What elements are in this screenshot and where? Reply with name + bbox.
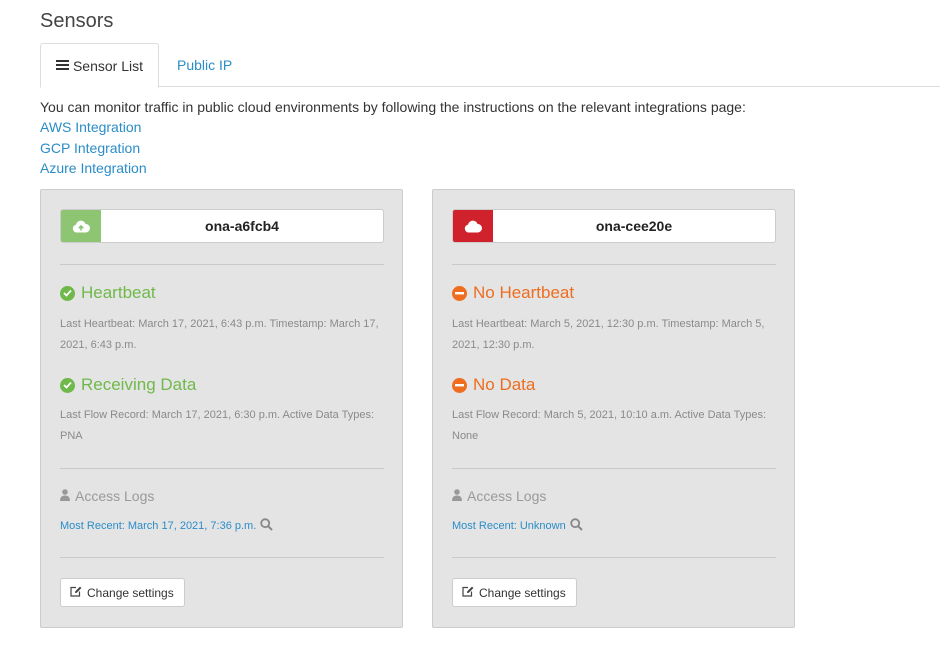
change-settings-button[interactable]: Change settings bbox=[60, 578, 185, 607]
aws-integration-link[interactable]: AWS Integration bbox=[40, 117, 147, 138]
sensor-name: ona-cee20e bbox=[595, 218, 673, 234]
divider bbox=[60, 557, 384, 558]
divider bbox=[60, 468, 384, 469]
divider bbox=[452, 468, 776, 469]
sensor-name-box: ona-a6fcb4 bbox=[60, 209, 384, 243]
data-status-label: No Data bbox=[473, 375, 536, 394]
data-detail: Last Flow Record: March 5, 2021, 10:10 a… bbox=[452, 409, 767, 442]
heartbeat-detail: Last Heartbeat: March 17, 2021, 6:43 p.m… bbox=[60, 318, 379, 351]
data-status: No Data bbox=[452, 375, 535, 395]
heartbeat-status: Heartbeat bbox=[60, 283, 156, 303]
minus-circle-icon bbox=[452, 377, 467, 393]
heartbeat-status-label: Heartbeat bbox=[81, 283, 156, 302]
user-icon bbox=[452, 488, 462, 504]
divider bbox=[452, 264, 776, 265]
list-icon bbox=[55, 60, 69, 71]
change-settings-label: Change settings bbox=[479, 585, 566, 600]
edit-icon bbox=[462, 586, 474, 600]
cloud-icon bbox=[453, 210, 493, 242]
tab-sensor-list[interactable]: Sensor List bbox=[40, 43, 159, 88]
heartbeat-status-label: No Heartbeat bbox=[473, 283, 575, 302]
tab-bar: Sensor List Public IP bbox=[40, 43, 940, 88]
sensor-card: ona-a6fcb4 Heartbeat Last Heartbeat: Mar… bbox=[40, 189, 403, 628]
integration-links: AWS Integration GCP Integration Azure In… bbox=[40, 117, 147, 179]
check-circle-icon bbox=[60, 377, 75, 393]
sensor-name: ona-a6fcb4 bbox=[205, 218, 279, 234]
sensor-name-box: ona-cee20e bbox=[452, 209, 776, 243]
edit-icon bbox=[70, 586, 82, 600]
change-settings-button[interactable]: Change settings bbox=[452, 578, 577, 607]
data-detail: Last Flow Record: March 17, 2021, 6:30 p… bbox=[60, 409, 375, 442]
most-recent-text: Most Recent: Unknown bbox=[452, 520, 566, 532]
access-logs-text: Access Logs bbox=[467, 488, 547, 504]
most-recent-link[interactable]: Most Recent: Unknown bbox=[452, 518, 583, 534]
data-status: Receiving Data bbox=[60, 375, 196, 395]
check-circle-icon bbox=[60, 285, 75, 301]
heartbeat-status: No Heartbeat bbox=[452, 283, 574, 303]
change-settings-label: Change settings bbox=[87, 585, 174, 600]
azure-integration-link[interactable]: Azure Integration bbox=[40, 158, 147, 179]
page-title: Sensors bbox=[40, 10, 114, 32]
heartbeat-detail: Last Heartbeat: March 5, 2021, 12:30 p.m… bbox=[452, 318, 765, 351]
cloud-upload-icon bbox=[61, 210, 101, 242]
most-recent-text: Most Recent: March 17, 2021, 7:36 p.m. bbox=[60, 520, 257, 532]
tab-public-ip[interactable]: Public IP bbox=[177, 43, 232, 87]
intro-text: You can monitor traffic in public cloud … bbox=[40, 99, 746, 115]
gcp-integration-link[interactable]: GCP Integration bbox=[40, 138, 147, 159]
data-status-label: Receiving Data bbox=[81, 375, 197, 394]
search-icon[interactable] bbox=[570, 518, 583, 534]
search-icon[interactable] bbox=[260, 518, 273, 534]
user-icon bbox=[60, 488, 70, 504]
divider bbox=[60, 264, 384, 265]
divider bbox=[452, 557, 776, 558]
access-logs-label: Access Logs bbox=[60, 488, 154, 504]
tab-sensor-list-label: Sensor List bbox=[72, 57, 144, 74]
access-logs-text: Access Logs bbox=[75, 488, 155, 504]
most-recent-link[interactable]: Most Recent: March 17, 2021, 7:36 p.m. bbox=[60, 518, 273, 534]
tab-public-ip-label: Public IP bbox=[177, 57, 233, 73]
access-logs-label: Access Logs bbox=[452, 488, 546, 504]
minus-circle-icon bbox=[452, 285, 467, 301]
sensor-card: ona-cee20e No Heartbeat Last Heartbeat: … bbox=[432, 189, 795, 628]
